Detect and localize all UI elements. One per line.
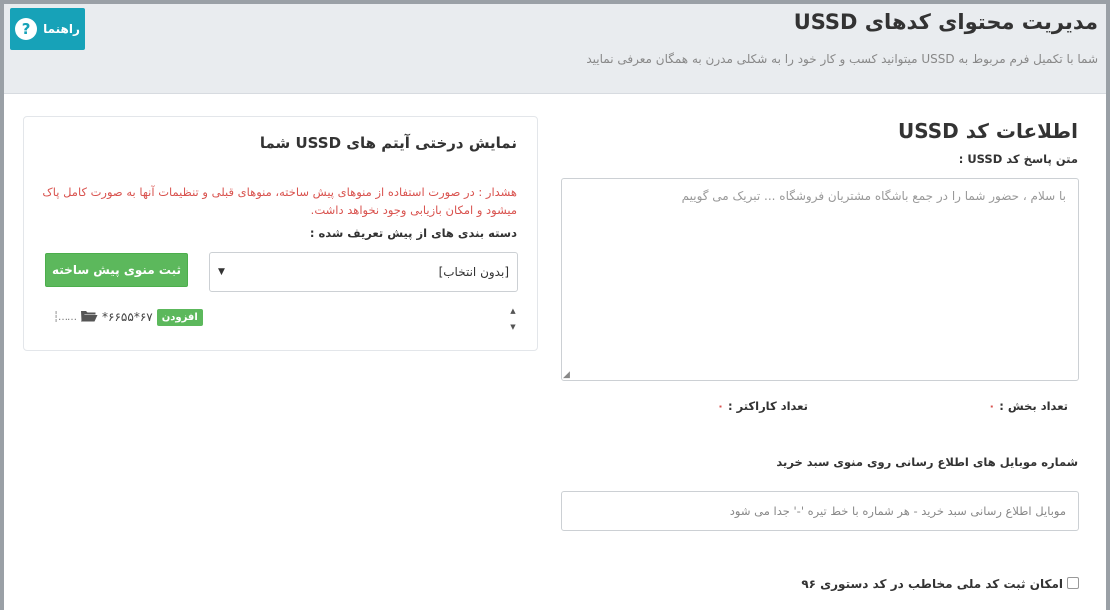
category-label: دسته بندی های از پیش تعریف شده :: [309, 226, 517, 240]
tree-node-label[interactable]: *۶۶۵۵*۶۷: [102, 310, 153, 324]
resize-grip-icon[interactable]: ◢: [563, 370, 570, 380]
category-select[interactable]: [بدون انتخاب] ▼: [209, 252, 518, 292]
help-button[interactable]: ? راهنما: [10, 8, 85, 50]
folder-open-icon[interactable]: [80, 309, 98, 325]
tree-scroll-control[interactable]: ▲ ▼: [508, 307, 518, 331]
tree-connector: ┆……: [53, 311, 77, 323]
tree-panel-title: نمایش درختی آیتم های USSD شما: [259, 134, 517, 152]
main-content: اطلاعات کد USSD متن پاسخ کد USSD : ◢ تعد…: [4, 95, 1106, 610]
page-header: مدیریت محتوای کدهای USSD شما با تکمیل فر…: [4, 4, 1106, 94]
chevron-up-icon[interactable]: ▲: [510, 307, 515, 315]
help-button-label: راهنما: [43, 22, 80, 36]
chevron-down-icon[interactable]: ▼: [510, 323, 515, 331]
question-circle-icon: ?: [15, 18, 38, 40]
national-code-label: امکان ثبت کد ملی مخاطب در کد دستوری ۹۶: [801, 577, 1063, 591]
chars-count-value: ۰: [716, 399, 724, 413]
chars-count: تعداد کاراکتر : ۰: [717, 399, 808, 413]
parts-count: تعداد بخش : ۰: [988, 399, 1068, 413]
chars-count-label: تعداد کاراکتر :: [727, 399, 808, 413]
response-text-label: متن پاسخ کد USSD :: [958, 152, 1078, 166]
national-code-checkbox[interactable]: [1067, 577, 1079, 589]
submit-prebuilt-menu-button[interactable]: ثبت منوی پیش ساخته: [45, 253, 188, 287]
page-title: مدیریت محتوای کدهای USSD: [793, 10, 1098, 34]
parts-count-value: ۰: [988, 399, 996, 413]
parts-count-label: تعداد بخش :: [999, 399, 1068, 413]
page-subtitle: شما با تکمیل فرم مربوط به USSD میتوانید …: [586, 52, 1098, 66]
mobile-numbers-label: شماره موبایل های اطلاع رسانی روی منوی سب…: [776, 455, 1078, 469]
mobile-numbers-input[interactable]: [561, 491, 1079, 531]
response-text-area[interactable]: [561, 178, 1079, 381]
chevron-down-icon: ▼: [218, 267, 225, 277]
warning-text: هشدار : در صورت استفاده از منوهای پیش سا…: [42, 185, 517, 217]
category-select-value: [بدون انتخاب]: [438, 265, 509, 279]
ussd-info-title: اطلاعات کد USSD: [897, 119, 1078, 143]
tree-panel: نمایش درختی آیتم های USSD شما هشدار : در…: [23, 116, 538, 351]
tree-add-button[interactable]: افزودن: [156, 308, 203, 326]
tree-root: ┆…… *۶۶۵۵*۶۷ افزودن: [53, 306, 203, 328]
